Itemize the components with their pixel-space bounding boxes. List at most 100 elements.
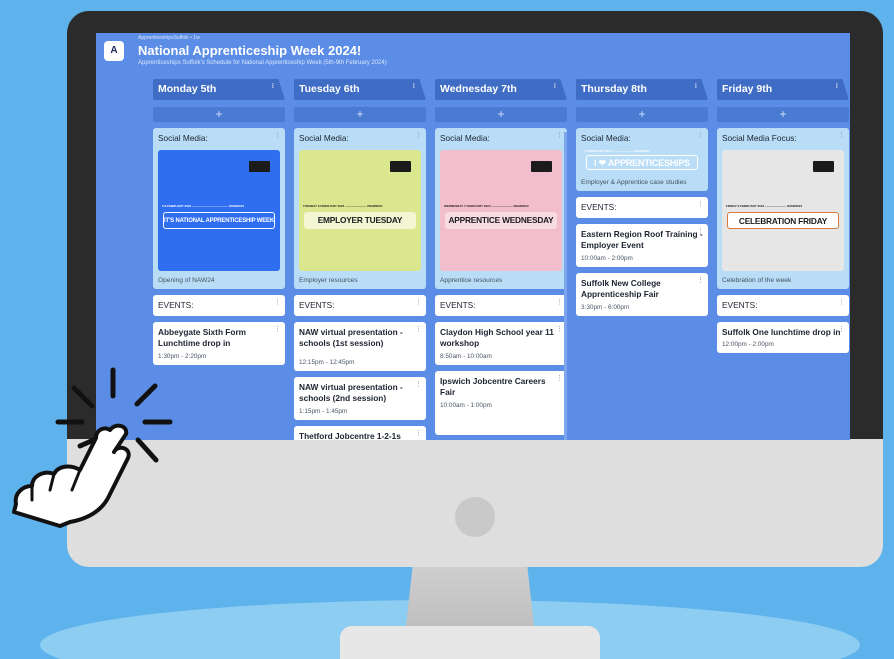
board-author: ApprenticeshipsSuffolk • 1w: [138, 35, 200, 41]
poster-date: 8 FEBRUARY 2024 ——————— #NAW2024: [585, 148, 650, 153]
naw-badge-icon: [390, 160, 411, 172]
event-card[interactable]: ⋮ Abbeygate Sixth Form Lunchtime drop in…: [153, 321, 285, 365]
column-header[interactable]: Monday 5th ⁝: [153, 79, 285, 100]
poster-date: 5-9 FEBRUARY 2024 ———————————— #NAW2024: [162, 203, 245, 208]
naw-badge-icon: [249, 160, 270, 172]
kebab-menu-icon[interactable]: ⋮: [697, 131, 704, 139]
column-header[interactable]: Wednesday 7th ⁝: [435, 79, 567, 100]
add-post-button[interactable]: +: [294, 107, 426, 122]
event-time: 12:15pm - 12:45pm: [299, 358, 355, 366]
column-title: Monday 5th: [158, 83, 217, 95]
kebab-menu-icon[interactable]: ⋮: [556, 298, 563, 306]
events-label: EVENTS:: [158, 299, 194, 310]
card-caption: Apprentice resources: [440, 276, 503, 284]
kebab-menu-icon[interactable]: ⋮: [415, 380, 422, 388]
kebab-menu-icon[interactable]: ⋮: [274, 325, 281, 333]
event-time: 12:00pm - 2:00pm: [722, 341, 774, 349]
card-title: Social Media:: [581, 133, 631, 143]
column-header[interactable]: Friday 9th ⁝: [717, 79, 849, 100]
column-menu-icon[interactable]: ⁝: [695, 82, 697, 90]
column-monday: Monday 5th ⁝ + ⋮ Social Media: 5-9 FEBRU…: [153, 79, 285, 365]
column-scrollbar[interactable]: [564, 132, 567, 440]
events-label-card[interactable]: ⋮ EVENTS:: [576, 196, 708, 218]
padlet-board: A ApprenticeshipsSuffolk • 1w National A…: [96, 33, 850, 440]
column-menu-icon[interactable]: ⁝: [836, 82, 838, 90]
power-button: [455, 497, 495, 537]
kebab-menu-icon[interactable]: ⋮: [697, 227, 704, 235]
card-title: Social Media Focus:: [722, 133, 797, 143]
column-title: Wednesday 7th: [440, 83, 517, 95]
column-menu-icon[interactable]: ⁝: [554, 82, 556, 90]
poster-headline: CELEBRATION FRIDAY: [727, 211, 839, 229]
event-time: 8:50am - 10:00am: [440, 352, 492, 360]
monitor-stand-base: [340, 626, 600, 659]
kebab-menu-icon[interactable]: ⋮: [415, 298, 422, 306]
card-caption: Employer resources: [299, 276, 358, 284]
poster-date: FRIDAY 9 FEBRUARY 2024 ——————— #NAW2024: [726, 203, 803, 208]
kebab-menu-icon[interactable]: ⋮: [838, 131, 845, 139]
naw-badge-icon: [531, 160, 552, 172]
column-title: Tuesday 6th: [299, 83, 360, 95]
kebab-menu-icon[interactable]: ⋮: [415, 131, 422, 139]
event-card[interactable]: ⋮ NAW virtual presentation - schools (1s…: [294, 321, 426, 371]
social-media-card[interactable]: ⋮ Social Media Focus: FRIDAY 9 FEBRUARY …: [717, 128, 849, 289]
kebab-menu-icon[interactable]: ⋮: [697, 276, 704, 284]
social-media-card[interactable]: ⋮ Social Media: TUESDAY 6 FEBRUARY 2024 …: [294, 128, 426, 289]
board-title: National Apprenticeship Week 2024!: [138, 43, 362, 58]
poster-date: WEDNESDAY 7 FEBRUARY 2024 ——————— #NAW20…: [444, 203, 529, 208]
event-time: 10:00am - 2:00pm: [581, 254, 633, 262]
event-card[interactable]: ⋮ Claydon High School year 11 workshop 8…: [435, 321, 567, 365]
events-label-card[interactable]: ⋮ EVENTS:: [294, 294, 426, 316]
column-thursday: Thursday 8th ⁝ + ⋮ Social Media: 8 FEBRU…: [576, 79, 708, 316]
add-post-button[interactable]: +: [153, 107, 285, 122]
social-media-card[interactable]: ⋮ Social Media: 5-9 FEBRUARY 2024 ——————…: [153, 128, 285, 289]
column-menu-icon[interactable]: ⁝: [413, 82, 415, 90]
event-card[interactable]: ⋮ Suffolk One lunchtime drop in 12:00pm …: [717, 321, 849, 354]
social-poster-image: 5-9 FEBRUARY 2024 ———————————— #NAW2024 …: [158, 149, 280, 271]
event-card[interactable]: ⋮ Thetford Jobcentre 1-2-1s: [294, 426, 426, 440]
kebab-menu-icon[interactable]: ⋮: [274, 298, 281, 306]
event-title: Suffolk New College Apprenticeship Fair: [581, 277, 661, 300]
kebab-menu-icon[interactable]: ⋮: [556, 325, 563, 333]
card-title: Social Media:: [440, 133, 490, 143]
column-header[interactable]: Tuesday 6th ⁝: [294, 79, 426, 100]
add-post-button[interactable]: +: [435, 107, 567, 122]
social-poster-image: 8 FEBRUARY 2024 ——————— #NAW2024 I ❤ APP…: [581, 145, 703, 173]
pointing-hand-icon: [12, 367, 173, 528]
social-media-card[interactable]: ⋮ Social Media: WEDNESDAY 7 FEBRUARY 202…: [435, 128, 567, 289]
event-title: Thetford Jobcentre 1-2-1s: [299, 431, 401, 440]
apprenticeships-logo-icon[interactable]: A: [104, 41, 124, 61]
add-post-button[interactable]: +: [717, 107, 849, 122]
event-time: 1:30pm - 2:20pm: [158, 352, 207, 360]
column-menu-icon[interactable]: ⁝: [272, 82, 274, 90]
events-label: EVENTS:: [722, 299, 758, 310]
card-title: Social Media:: [158, 133, 208, 143]
events-label-card[interactable]: ⋮ EVENTS:: [717, 294, 849, 316]
add-post-button[interactable]: +: [576, 107, 708, 122]
kebab-menu-icon[interactable]: ⋮: [556, 131, 563, 139]
events-label: EVENTS:: [581, 201, 617, 212]
kebab-menu-icon[interactable]: ⋮: [838, 298, 845, 306]
social-media-card[interactable]: ⋮ Social Media: 8 FEBRUARY 2024 ——————— …: [576, 128, 708, 191]
kebab-menu-icon[interactable]: ⋮: [838, 325, 845, 333]
column-header[interactable]: Thursday 8th ⁝: [576, 79, 708, 100]
poster-date: TUESDAY 6 FEBRUARY 2024 ——————— #NAW2024: [303, 203, 383, 208]
kebab-menu-icon[interactable]: ⋮: [697, 200, 704, 208]
monitor-stand-neck: [405, 565, 535, 635]
event-card[interactable]: ⋮ Eastern Region Roof Training - Employe…: [576, 223, 708, 267]
poster-headline: EMPLOYER TUESDAY: [304, 211, 416, 229]
events-label-card[interactable]: ⋮ EVENTS:: [435, 294, 567, 316]
kebab-menu-icon[interactable]: ⋮: [556, 374, 563, 382]
kebab-menu-icon[interactable]: ⋮: [415, 325, 422, 333]
event-card[interactable]: ⋮ Ipswich Jobcentre Careers Fair 10:00am…: [435, 370, 567, 435]
event-time: 10:00am - 1:00pm: [440, 402, 492, 409]
event-card[interactable]: ⋮ Suffolk New College Apprenticeship Fai…: [576, 272, 708, 316]
event-card[interactable]: ⋮ NAW virtual presentation - schools (2n…: [294, 376, 426, 420]
events-label: EVENTS:: [440, 299, 476, 310]
kebab-menu-icon[interactable]: ⋮: [274, 131, 281, 139]
kebab-menu-icon[interactable]: ⋮: [415, 429, 422, 437]
events-label-card[interactable]: ⋮ EVENTS:: [153, 294, 285, 316]
social-poster-image: FRIDAY 9 FEBRUARY 2024 ——————— #NAW2024 …: [722, 149, 844, 271]
column-tuesday: Tuesday 6th ⁝ + ⋮ Social Media: TUESDAY …: [294, 79, 426, 440]
event-title: NAW virtual presentation - schools (2nd …: [299, 381, 403, 404]
